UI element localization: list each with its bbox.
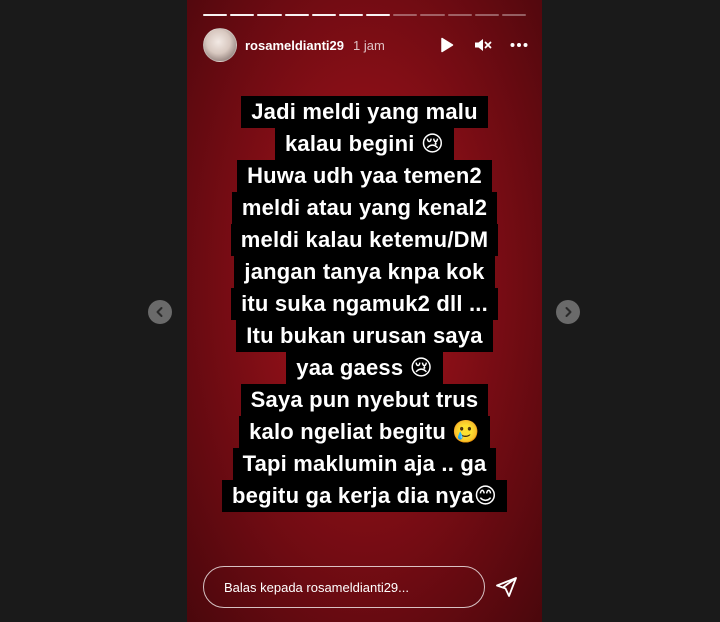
progress-segment [257,14,282,16]
reply-placeholder: Balas kepada rosameldianti29... [224,579,410,595]
chevron-right-icon [565,307,572,317]
story-text-line: begitu ga kerja dia nya😊 [222,480,507,512]
progress-segment [338,14,364,16]
story-frame[interactable]: rosameldianti29 1 jam Jadi meldi yang ma… [187,0,542,622]
story-text-line: meldi atau yang kenal2 [231,192,498,224]
chevron-left-icon [156,307,163,317]
story-text-line: Jadi meldi yang malu [241,96,488,128]
more-options-button[interactable] [510,36,528,54]
progress-segment [311,14,336,16]
story-text-line: kalo ngeliat begitu 🥲 [239,416,490,448]
send-button[interactable] [494,575,518,599]
progress-segment [230,14,255,16]
username[interactable]: rosameldianti29 [245,38,344,53]
story-text-line: meldi kalau ketemu/DM [230,224,499,256]
story-text-line: itu suka ngamuk2 dll ... [231,288,498,320]
story-text-line: Saya pun nyebut trus [240,384,489,416]
story-text-line: jangan tanya knpa kok [234,256,495,288]
play-button[interactable] [438,36,456,54]
story-text-line: Tapi maklumin aja .. ga [232,448,497,480]
progress-segment [420,14,445,16]
speaker-muted-icon [475,39,492,51]
previous-story-button[interactable] [148,300,172,324]
story-text-line: yaa gaess 😢 [286,352,443,384]
story-text-line: Itu bukan urusan saya [236,320,493,352]
story-header: rosameldianti29 1 jam [203,28,528,62]
next-story-button[interactable] [556,300,580,324]
more-horizontal-icon [510,43,528,47]
story-text-line: Huwa udh yaa temen2 [237,160,492,192]
mute-button[interactable] [474,36,492,54]
send-icon [496,577,517,597]
progress-segment [501,14,527,16]
story-viewer: rosameldianti29 1 jam Jadi meldi yang ma… [0,0,720,622]
progress-segment [284,14,309,16]
progress-segment [393,14,418,16]
progress-segment [447,14,472,16]
story-text-line: kalau begini 😢 [275,128,454,160]
progress-bar [203,14,527,16]
progress-segment [474,14,499,16]
progress-segment [366,14,391,16]
progress-segment [203,14,228,16]
story-controls [438,36,528,54]
reply-input[interactable]: Balas kepada rosameldianti29... [203,566,485,608]
story-text: Jadi meldi yang malu kalau begini 😢 Huwa u… [187,96,542,512]
post-time: 1 jam [353,37,385,53]
play-icon [441,37,454,53]
avatar[interactable] [203,28,237,62]
